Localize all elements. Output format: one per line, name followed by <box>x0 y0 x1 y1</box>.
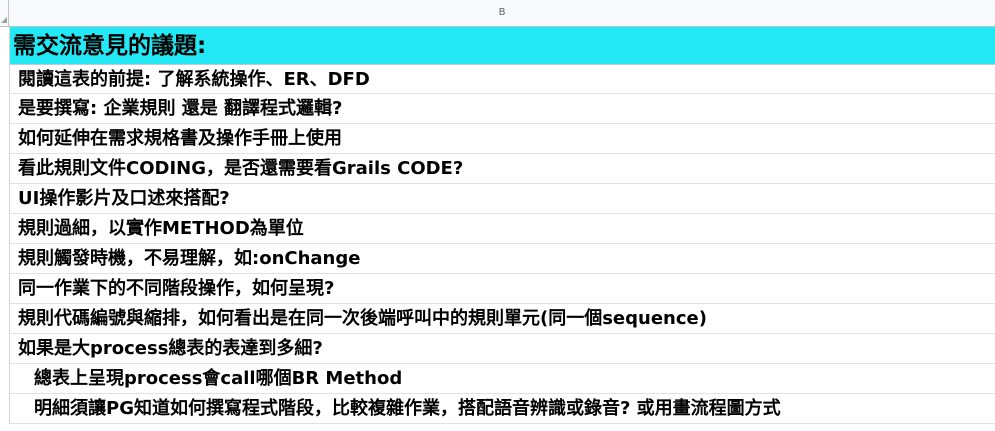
cell-row[interactable]: UI操作影片及口述來搭配? <box>10 184 995 214</box>
cell-grid: 需交流意見的議題: 閱讀這表的前提: 了解系統操作、ER、DFD 是要撰寫: 企… <box>9 27 995 424</box>
cell-row[interactable]: 規則觸發時機，不易理解，如:onChange <box>10 244 995 274</box>
column-header-b[interactable]: B <box>9 0 995 26</box>
cell-row-indented[interactable]: 總表上呈現process會call哪個BR Method <box>10 364 995 394</box>
cell-row[interactable]: 是要撰寫: 企業規則 還是 翻譯程式邏輯? <box>10 94 995 124</box>
column-header-row: B <box>0 0 995 27</box>
cell-row[interactable]: 同一作業下的不同階段操作，如何呈現? <box>10 274 995 304</box>
cell-row[interactable]: 閱讀這表的前提: 了解系統操作、ER、DFD <box>10 65 995 94</box>
cell-row-indented[interactable]: 明細須讓PG知道如何撰寫程式階段，比較複雜作業，搭配語音辨識或錄音? 或用畫流程… <box>10 394 995 424</box>
title-cell[interactable]: 需交流意見的議題: <box>10 27 995 65</box>
select-all-corner[interactable] <box>0 0 9 26</box>
cell-row[interactable]: 規則代碼編號與縮排，如何看出是在同一次後端呼叫中的規則單元(同一個sequenc… <box>10 304 995 334</box>
cell-row[interactable]: 如果是大process總表的表達到多細? <box>10 334 995 364</box>
cell-row[interactable]: 規則過細，以實作METHOD為單位 <box>10 214 995 244</box>
cell-row[interactable]: 看此規則文件CODING，是否還需要看Grails CODE? <box>10 154 995 184</box>
spreadsheet: B 需交流意見的議題: 閱讀這表的前提: 了解系統操作、ER、DFD 是要撰寫:… <box>0 0 995 431</box>
select-all-icon <box>1 17 7 23</box>
cell-row[interactable]: 如何延伸在需求規格書及操作手冊上使用 <box>10 124 995 154</box>
